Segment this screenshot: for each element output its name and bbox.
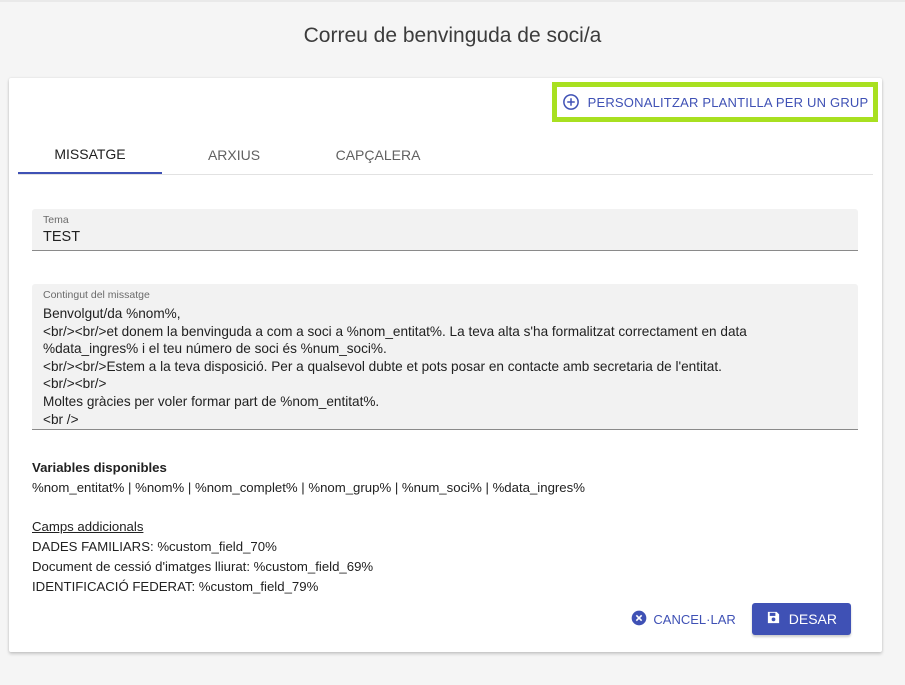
floppy-disk-icon <box>766 610 781 628</box>
custom-field-item: DADES FAMILIARS: %custom_field_70% <box>32 539 277 554</box>
page-title: Correu de benvinguda de soci/a <box>303 24 602 47</box>
subject-input[interactable]: TEST <box>43 229 847 245</box>
highlight-frame: PERSONALITZAR PLANTILLA PER UN GRUP <box>552 82 878 122</box>
variables-list: %nom_entitat% | %nom% | %nom_complet% | … <box>32 480 585 495</box>
message-label: Contingut del missatge <box>43 289 150 301</box>
top-border <box>0 0 905 2</box>
message-line: %data_ingres% i el teu número de soci és… <box>43 341 387 357</box>
message-line: <br/><br/>Estem a la teva disposició. Pe… <box>43 358 722 374</box>
tab-header[interactable]: CAPÇALERA <box>306 136 450 174</box>
tab-files[interactable]: ARXIUS <box>162 136 306 174</box>
tab-bar: MISSATGE ARXIUS CAPÇALERA <box>18 136 873 175</box>
cancel-button[interactable]: CANCEL·LAR <box>627 603 739 635</box>
custom-fields-heading: Camps addicionals <box>32 519 144 534</box>
message-line: Benvolgut/da %nom%, <box>43 306 181 321</box>
customize-template-label: PERSONALITZAR PLANTILLA PER UN GRUP <box>587 94 869 110</box>
save-label: DESAR <box>788 611 837 627</box>
message-line: <br /> <box>43 411 79 427</box>
custom-field-item: Document de cessió d'imatges lliurat: %c… <box>32 559 374 574</box>
custom-field-item: IDENTIFICACIÓ FEDERAT: %custom_field_79% <box>32 579 319 594</box>
subject-field[interactable]: Tema TEST <box>32 209 858 251</box>
variables-section: Variables disponibles %nom_entitat% | %n… <box>32 458 585 597</box>
variables-heading: Variables disponibles <box>32 460 167 475</box>
message-line: <br/><br/>et donem la benvinguda a com a… <box>43 323 747 339</box>
add-circle-outline-icon <box>562 93 580 111</box>
message-textarea[interactable]: Benvolgut/da %nom%, <br/><br/>et donem l… <box>43 305 847 428</box>
template-editor-card: PERSONALITZAR PLANTILLA PER UN GRUP MISS… <box>9 78 882 652</box>
tab-message[interactable]: MISSATGE <box>18 136 162 174</box>
message-line: Moltes gràcies per voler formar part de … <box>43 393 380 409</box>
save-button[interactable]: DESAR <box>751 603 851 635</box>
cancel-label: CANCEL·LAR <box>653 611 736 627</box>
message-field[interactable]: Contingut del missatge Benvolgut/da %nom… <box>32 284 858 430</box>
customize-template-button[interactable]: PERSONALITZAR PLANTILLA PER UN GRUP <box>562 93 869 111</box>
cancel-circle-icon <box>631 610 647 629</box>
action-bar: CANCEL·LAR DESAR <box>627 603 851 635</box>
subject-label: Tema <box>43 214 69 226</box>
message-line: <br/><br/> <box>43 376 107 392</box>
